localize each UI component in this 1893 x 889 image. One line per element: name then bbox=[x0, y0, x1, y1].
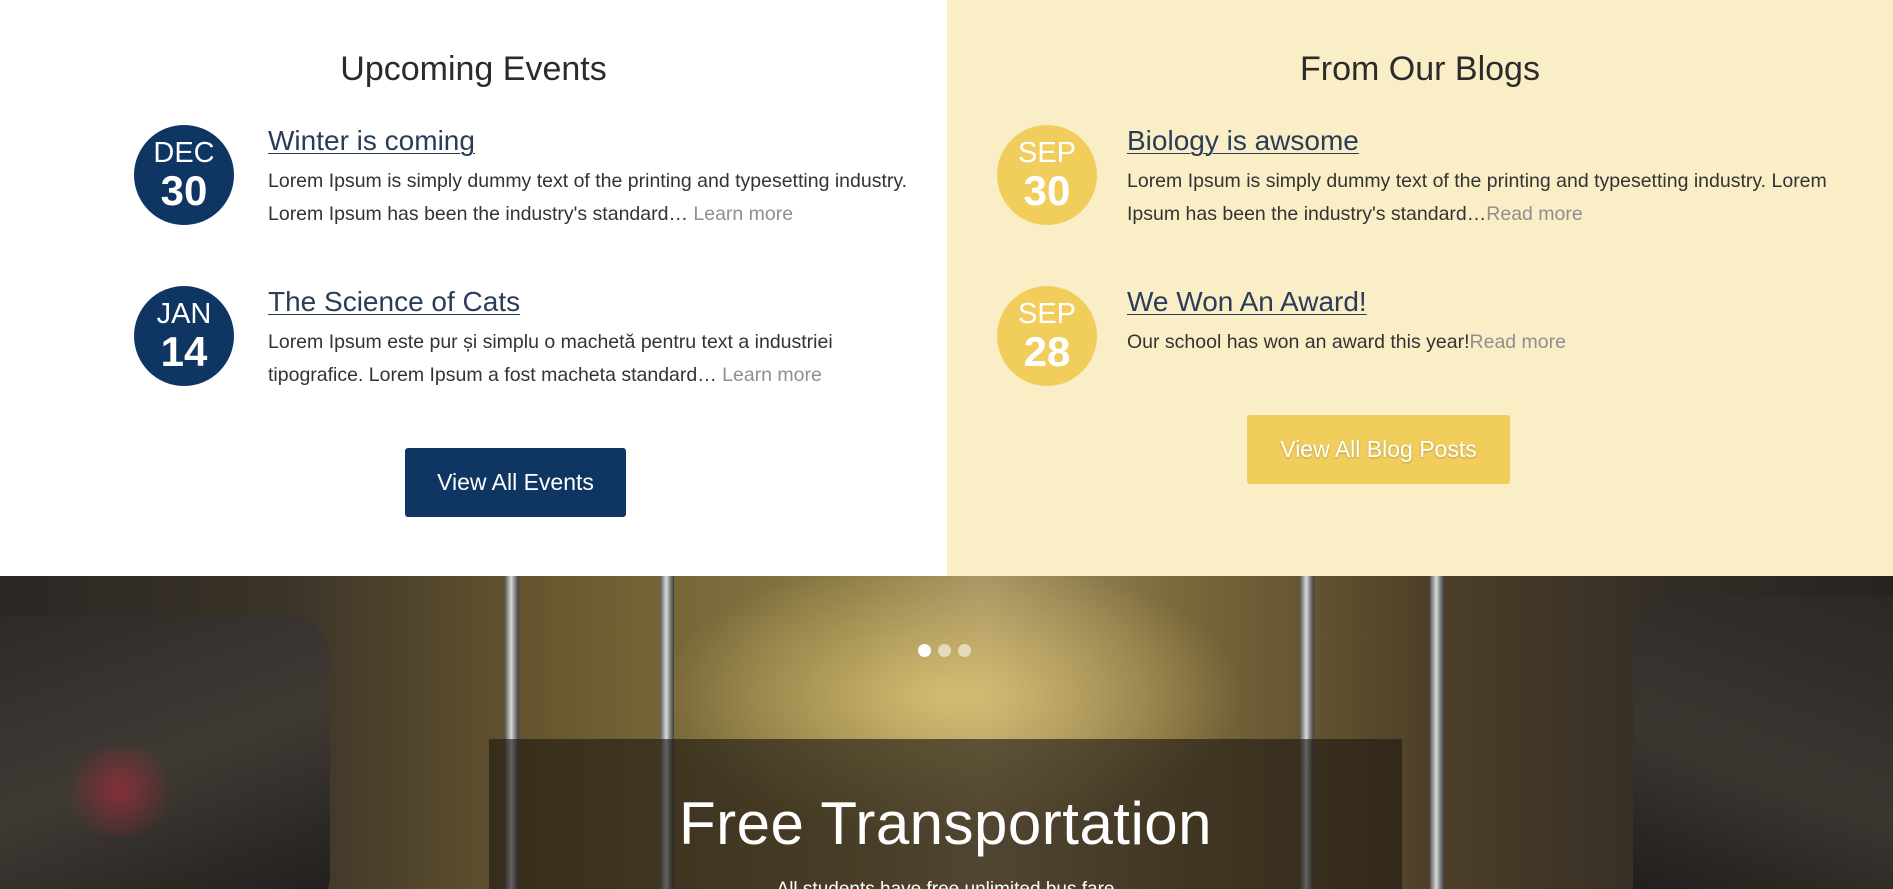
event-body: The Science of Cats Lorem Ipsum este pur… bbox=[268, 286, 908, 392]
carousel-dot[interactable] bbox=[938, 644, 951, 657]
hero-background-seat bbox=[0, 616, 330, 889]
event-excerpt-text: Lorem Ipsum is simply dummy text of the … bbox=[268, 170, 908, 225]
blog-item: SEP 28 We Won An Award! Our school has w… bbox=[947, 286, 1893, 396]
event-item: DEC 30 Winter is coming Lorem Ipsum is s… bbox=[0, 125, 947, 235]
event-date-month: DEC bbox=[153, 136, 215, 169]
blog-excerpt: Our school has won an award this year!Re… bbox=[1127, 326, 1827, 359]
event-date-day: 14 bbox=[160, 327, 208, 375]
upcoming-events-column: Upcoming Events DEC 30 Winter is coming … bbox=[0, 0, 947, 576]
event-excerpt: Lorem Ipsum is simply dummy text of the … bbox=[268, 165, 908, 231]
blogs-heading: From Our Blogs bbox=[1300, 50, 1540, 88]
event-date-badge: JAN 14 bbox=[134, 286, 234, 386]
blog-date-badge: SEP 28 bbox=[997, 286, 1097, 386]
event-item: JAN 14 The Science of Cats Lorem Ipsum e… bbox=[0, 286, 947, 396]
blog-excerpt: Lorem Ipsum is simply dummy text of the … bbox=[1127, 165, 1827, 231]
read-more-link[interactable]: Read more bbox=[1486, 203, 1582, 225]
event-excerpt: Lorem Ipsum este pur și simplu o machetă… bbox=[268, 326, 908, 392]
carousel-dot[interactable] bbox=[918, 644, 931, 657]
blog-date-month: SEP bbox=[1017, 297, 1077, 330]
blog-title-link[interactable]: Biology is awsome bbox=[1127, 125, 1359, 157]
learn-more-link[interactable]: Learn more bbox=[722, 364, 822, 386]
hero-background-seat bbox=[1633, 596, 1893, 889]
hero-slider: Free Transportation All students have fr… bbox=[0, 576, 1893, 889]
event-date-month: JAN bbox=[156, 297, 212, 330]
learn-more-link[interactable]: Learn more bbox=[693, 203, 793, 225]
view-all-events-button[interactable]: View All Events bbox=[405, 448, 626, 517]
blog-excerpt-text: Lorem Ipsum is simply dummy text of the … bbox=[1127, 170, 1827, 225]
event-date-day: 30 bbox=[160, 166, 208, 214]
blog-body: We Won An Award! Our school has won an a… bbox=[1127, 286, 1827, 359]
events-heading: Upcoming Events bbox=[340, 50, 607, 88]
carousel-indicators bbox=[918, 644, 971, 657]
event-title-link[interactable]: The Science of Cats bbox=[268, 286, 520, 318]
blog-date-day: 30 bbox=[1023, 166, 1071, 214]
hero-background-pole bbox=[1430, 576, 1444, 889]
event-body: Winter is coming Lorem Ipsum is simply d… bbox=[268, 125, 908, 231]
view-all-blog-posts-button[interactable]: View All Blog Posts bbox=[1247, 415, 1510, 484]
blog-item: SEP 30 Biology is awsome Lorem Ipsum is … bbox=[947, 125, 1893, 235]
carousel-dot[interactable] bbox=[958, 644, 971, 657]
event-title-link[interactable]: Winter is coming bbox=[268, 125, 475, 157]
read-more-link[interactable]: Read more bbox=[1470, 331, 1566, 353]
hero-caption: Free Transportation All students have fr… bbox=[489, 739, 1402, 889]
hero-background-graffiti bbox=[60, 746, 180, 836]
blog-date-badge: SEP 30 bbox=[997, 125, 1097, 225]
blog-title-link[interactable]: We Won An Award! bbox=[1127, 286, 1367, 318]
blog-excerpt-text: Our school has won an award this year! bbox=[1127, 331, 1470, 353]
news-section: Upcoming Events DEC 30 Winter is coming … bbox=[0, 0, 1893, 576]
hero-title: Free Transportation bbox=[678, 790, 1213, 857]
event-date-badge: DEC 30 bbox=[134, 125, 234, 225]
blog-date-day: 28 bbox=[1023, 327, 1071, 375]
blog-date-month: SEP bbox=[1017, 136, 1077, 169]
blog-body: Biology is awsome Lorem Ipsum is simply … bbox=[1127, 125, 1827, 231]
blogs-column: From Our Blogs SEP 30 Biology is awsome … bbox=[947, 0, 1893, 576]
hero-subtitle: All students have free unlimited bus far… bbox=[489, 879, 1402, 889]
